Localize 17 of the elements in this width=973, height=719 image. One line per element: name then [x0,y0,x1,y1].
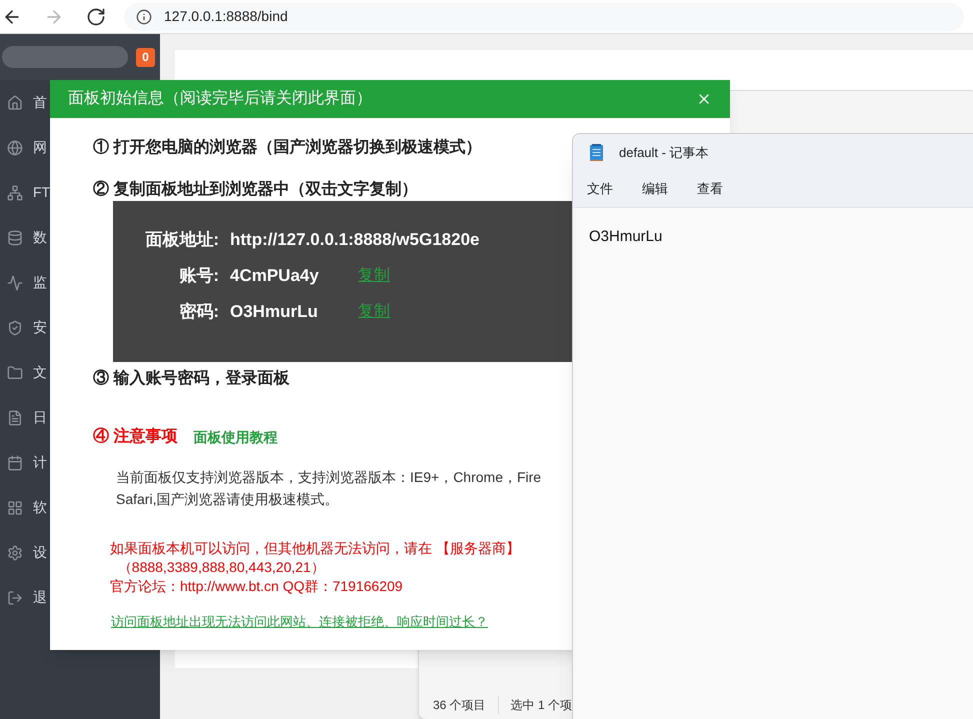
credential-label: 密码: [178,300,219,323]
step-text: ① 打开您电脑的浏览器（国产浏览器切换到极速模式） [93,137,482,156]
window-title: default - 记事本 [619,144,709,162]
step-text: ③ 输入账号密码，登录面板 [93,368,290,389]
status-text: 36 个项目 [433,697,486,714]
step-text: ② 复制面板地址到浏览器中（双击文字复制） [93,179,418,198]
credential-label: 面板地址: [144,228,219,251]
notification-badge: 0 [136,48,155,66]
warning-text: 如果面板本机可以访问，但其他机器无法访问，请在 【服务器商】 （8888,3389,888,80,443,20,21） 官方论坛：http://www.bt.cn QQ群：719166209 [110,539,521,596]
browser-note: 当前面板仅支持浏览器版本，支持浏览器版本：IE9+，Chrome，Fire Safari,国产浏览器请使用极速模式。 [116,468,542,509]
dialog-title: 面板初始信息（阅读完毕后请关闭此界面） [68,88,372,109]
url-text: 127.0.0.1:8888/bind [164,7,288,26]
notice-heading: ④ 注意事项 [93,426,178,447]
credential-value: O3HmurLu [230,300,319,323]
credential-value: 4CmPUa4y [230,264,320,287]
credential-value: http://127.0.0.1:8888/w5G1820e [230,228,480,251]
credential-label: 账号: [178,264,219,287]
